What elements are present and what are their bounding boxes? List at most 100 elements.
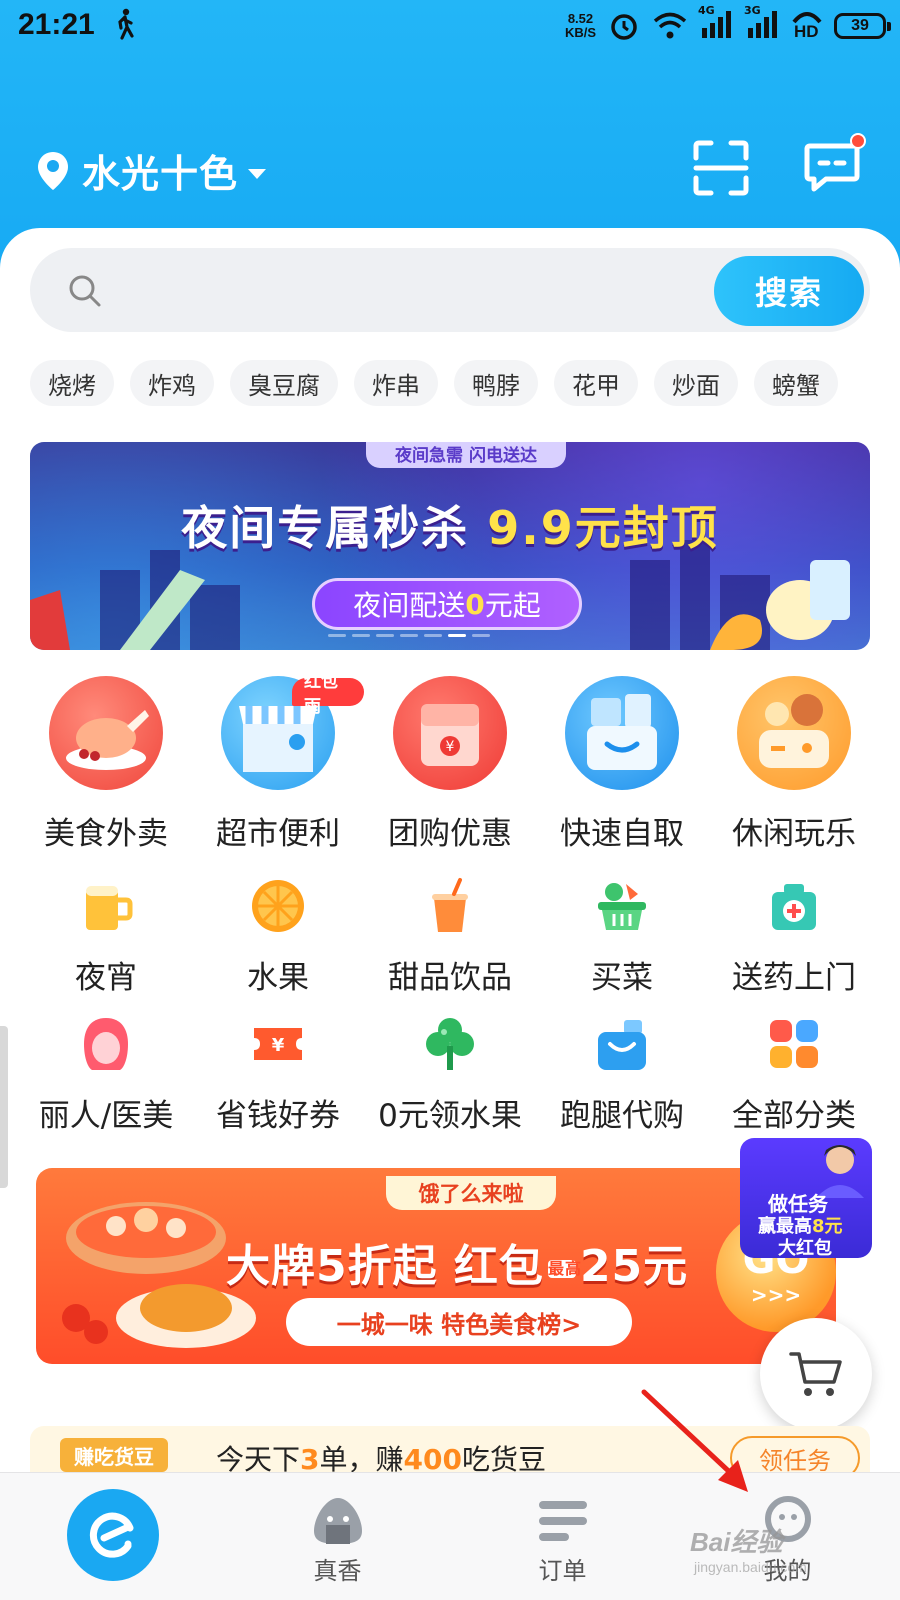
status-bar: 21:21 8.52 KB/S 4G 3G HD 39: [0, 0, 900, 52]
category-label: 买菜: [591, 960, 653, 996]
signal-4g: 4G: [698, 4, 734, 44]
promo-rank-link[interactable]: 一城一味 特色美食榜>: [286, 1298, 632, 1346]
coupon-bag-art: ¥: [421, 704, 479, 766]
banner-headline-highlight: 9.9元封顶: [487, 501, 719, 555]
category-supermarket[interactable]: 红包雨 超市便利: [192, 672, 364, 853]
category-label: 甜品饮品: [388, 960, 512, 996]
category-label: 省钱好券: [216, 1098, 340, 1134]
roast-chicken-icon: [49, 676, 163, 790]
shopping-bag-icon: [598, 1020, 646, 1070]
promo-headline-mini: 最高: [547, 1259, 582, 1278]
task-strip-label: 赚吃货豆: [60, 1438, 168, 1472]
categories-row3: 丽人/医美 ¥ 省钱好券 0元领水果 跑腿代购 全部分类: [20, 1014, 880, 1135]
category-self-pickup[interactable]: 快速自取: [536, 676, 708, 853]
category-food-delivery[interactable]: 美食外卖: [20, 676, 192, 853]
night-promo-banner[interactable]: 夜间急需 闪电送达 夜间专属秒杀 9.9元封顶 夜间配送 0 元起: [30, 442, 870, 650]
banner-top-pill: 夜间急需 闪电送达: [366, 442, 566, 468]
categories-row2: 夜宵 水果 甜品饮品 买菜 送药上门: [20, 876, 880, 997]
status-time: 21:21: [18, 8, 95, 41]
category-label: 丽人/医美: [38, 1098, 174, 1134]
page-dot: [376, 634, 394, 637]
banner-subline: 夜间配送 0 元起: [312, 578, 582, 630]
baidu-watermark: Bai经验 jingyan.baidu.com: [690, 1522, 807, 1575]
status-right: 8.52 KB/S 4G 3G HD 39: [565, 4, 891, 44]
hot-tag[interactable]: 炸串: [354, 360, 438, 406]
hot-tag[interactable]: 花甲: [554, 360, 638, 406]
promo-headline: 大牌5折起 红包 最高25元: [226, 1230, 688, 1294]
hot-tag[interactable]: 炸鸡: [130, 360, 214, 406]
tab-home[interactable]: [0, 1473, 225, 1600]
tab-label: 真香: [313, 1557, 362, 1585]
ticket-icon: ¥: [254, 1028, 302, 1060]
category-medicine[interactable]: 送药上门: [708, 876, 880, 997]
annotation-arrow: [641, 1389, 748, 1492]
scan-icon[interactable]: [692, 140, 750, 196]
tab-zhenxiang[interactable]: 真香: [225, 1473, 450, 1600]
category-group-buy[interactable]: ¥ 团购优惠: [364, 676, 536, 853]
hot-tag[interactable]: 臭豆腐: [230, 360, 338, 406]
cart-icon: [789, 1352, 842, 1396]
category-label: 送药上门: [732, 960, 856, 996]
category-coupons[interactable]: ¥ 省钱好券: [192, 1014, 364, 1135]
hot-tag[interactable]: 鸭脖: [454, 360, 538, 406]
banner-sub-post: 元起: [484, 589, 541, 622]
task-float-card[interactable]: 做任务 赢最高8元 大红包: [740, 1138, 872, 1258]
category-label: 休闲玩乐: [732, 816, 856, 852]
location-pin-icon: [38, 151, 68, 190]
promo-brand-pill: 饿了么来啦: [386, 1176, 556, 1210]
banner-pagination: [328, 634, 490, 637]
coupon-bag-icon: ¥: [393, 676, 507, 790]
category-fruit[interactable]: 水果: [192, 876, 364, 997]
pickup-box-icon: [565, 676, 679, 790]
fruit-tree-icon: [426, 1018, 474, 1070]
cart-button[interactable]: [760, 1318, 872, 1430]
hot-tag[interactable]: 螃蟹: [754, 360, 838, 406]
search-icon: [69, 275, 101, 307]
unread-dot: [850, 133, 866, 149]
watermark-line1: Bai经验: [690, 1527, 783, 1557]
eleme-logo-art: [89, 1512, 133, 1558]
roast-chicken-art: [66, 710, 149, 770]
category-groceries[interactable]: 买菜: [536, 876, 708, 997]
category-errands[interactable]: 跑腿代购: [536, 1014, 708, 1135]
category-beauty[interactable]: 丽人/医美: [20, 1014, 192, 1135]
signal-4g-label: 4G: [698, 4, 715, 17]
category-late-night[interactable]: 夜宵: [20, 876, 192, 997]
search-input[interactable]: [120, 266, 720, 314]
location-selector[interactable]: 水光十色: [36, 143, 267, 198]
onigiri-icon: [313, 1498, 362, 1544]
category-badge: 红包雨: [292, 672, 364, 717]
beer-mug-icon: [86, 886, 133, 930]
alarm-icon: [611, 14, 637, 40]
hot-tags: 烧烤 炸鸡 臭豆腐 炸串 鸭脖 花甲 炒面 螃蟹: [30, 360, 890, 406]
promo-headline-b: 25元: [579, 1241, 689, 1292]
net-speed-value: 8.52: [567, 11, 594, 26]
category-leisure[interactable]: 休闲玩乐: [708, 676, 880, 853]
game-controller-art: [759, 694, 829, 768]
hot-tag[interactable]: 炒面: [654, 360, 738, 406]
grid-icon: [770, 1020, 818, 1068]
vegetable-basket-icon: [598, 883, 646, 930]
category-desserts[interactable]: 甜品饮品: [364, 876, 536, 997]
hot-tag[interactable]: 烧烤: [30, 360, 114, 406]
brand-promo-banner[interactable]: 饿了么来啦 大牌5折起 红包 最高25元 一城一味 特色美食榜> GO >>>: [36, 1168, 836, 1364]
category-label: 美食外卖: [44, 816, 168, 852]
woman-face-icon: [84, 1018, 128, 1070]
category-label: 超市便利: [216, 816, 340, 852]
wifi-icon: [653, 12, 687, 39]
yen-glyph: ¥: [272, 1035, 285, 1056]
search-button[interactable]: 搜索: [714, 256, 864, 326]
hd-indicator: HD: [790, 10, 824, 42]
pickup-box-art: [587, 694, 657, 770]
page-dot: [472, 634, 490, 637]
walking-icon: [118, 8, 134, 40]
game-controller-icon: [737, 676, 851, 790]
tab-label: 订单: [538, 1557, 587, 1585]
battery-indicator: 39: [834, 13, 891, 39]
side-drawer-handle[interactable]: [0, 1026, 8, 1188]
category-free-fruit[interactable]: 0元领水果: [364, 1014, 536, 1135]
page-dot: [328, 634, 346, 637]
page-dot: [400, 634, 418, 637]
banner-headline: 夜间专属秒杀 9.9元封顶: [30, 492, 870, 558]
category-all[interactable]: 全部分类: [708, 1014, 880, 1135]
